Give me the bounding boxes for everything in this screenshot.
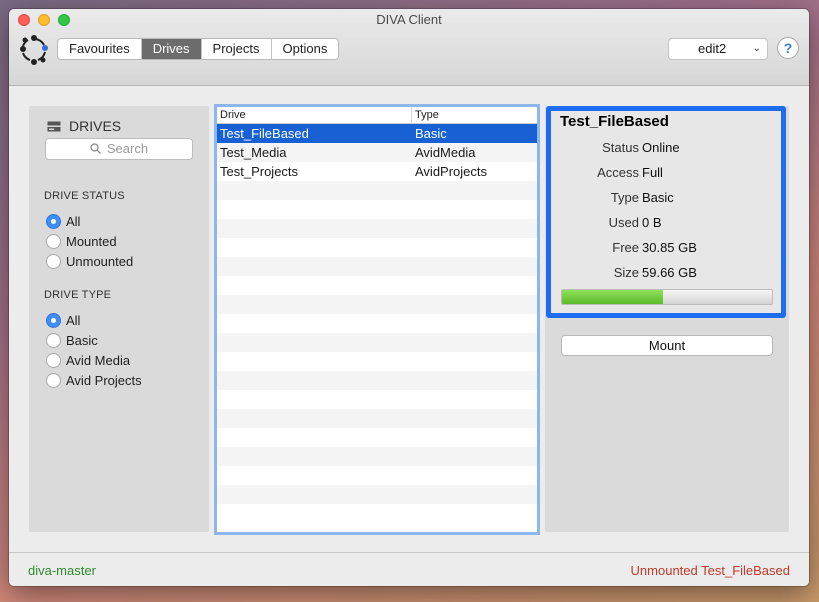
drives-table: Drive Type Test_FileBased Basic Test_Med…	[214, 104, 540, 535]
server-select[interactable]: edit2 ⌄	[668, 38, 768, 60]
empty-row	[217, 200, 537, 219]
radio-label: Mounted	[66, 233, 117, 249]
radio-label: Basic	[66, 332, 98, 348]
table-row[interactable]: Test_Projects AvidProjects	[217, 162, 537, 181]
empty-row	[217, 333, 537, 352]
radio-button[interactable]	[46, 213, 61, 229]
cell-drive: Test_Media	[220, 145, 287, 160]
empty-row	[217, 219, 537, 238]
main-tab-bar: Favourites Drives Projects Options	[57, 38, 340, 60]
status-value: Online	[642, 140, 680, 155]
drive-type-label: DRIVE TYPE	[44, 289, 112, 301]
empty-row	[217, 238, 537, 257]
cell-type: AvidProjects	[415, 164, 488, 179]
free-value: 30.85 GB	[642, 240, 697, 255]
drive-info-box: Test_FileBased Status Online Access Full…	[546, 106, 786, 318]
drive-name-title: Test_FileBased	[560, 113, 669, 130]
radio-type-basic[interactable]: Basic	[46, 331, 98, 349]
tab-options[interactable]: Options	[272, 39, 339, 59]
used-label: Used	[608, 215, 639, 230]
cell-drive: Test_Projects	[220, 164, 299, 179]
empty-row	[217, 485, 537, 504]
table-body: Test_FileBased Basic Test_Media AvidMedi…	[217, 124, 537, 523]
empty-row	[217, 352, 537, 371]
radio-status-mounted[interactable]: Mounted	[46, 232, 117, 250]
radio-label: All	[66, 312, 81, 328]
radio-label: Unmounted	[66, 253, 134, 269]
radio-status-all[interactable]: All	[46, 212, 80, 230]
empty-row	[217, 447, 537, 466]
radio-label: Avid Media	[66, 352, 131, 368]
radio-button[interactable]	[46, 233, 61, 249]
column-header-drive[interactable]: Drive	[220, 109, 246, 121]
search-icon	[90, 143, 101, 154]
radio-type-all[interactable]: All	[46, 311, 80, 329]
empty-row	[217, 371, 537, 390]
radio-label: Avid Projects	[66, 372, 142, 388]
sidebar-title: DRIVES	[69, 118, 122, 134]
filter-sidebar: DRIVES Search DRIVE STATUS All Mounted U…	[29, 106, 209, 532]
usage-progress-fill	[562, 290, 663, 304]
hard-drive-icon	[47, 121, 61, 131]
cell-type: Basic	[415, 126, 447, 141]
tab-favourites[interactable]: Favourites	[58, 39, 142, 59]
access-label: Access	[597, 165, 639, 180]
app-window: DIVA Client Favourites Drives Projects O…	[9, 9, 809, 586]
radio-button[interactable]	[46, 372, 61, 388]
empty-row	[217, 257, 537, 276]
empty-row	[217, 504, 537, 523]
action-status-message: Unmounted Test_FileBased	[630, 563, 790, 578]
empty-row	[217, 295, 537, 314]
tab-projects[interactable]: Projects	[202, 39, 272, 59]
drive-detail-panel: Test_FileBased Status Online Access Full…	[545, 106, 789, 532]
size-value: 59.66 GB	[642, 265, 697, 280]
radio-button[interactable]	[46, 253, 61, 269]
status-bar: diva-master Unmounted Test_FileBased	[9, 552, 809, 586]
size-label: Size	[613, 265, 639, 280]
empty-row	[217, 390, 537, 409]
mount-button[interactable]: Mount	[561, 335, 773, 356]
table-header: Drive Type	[217, 107, 537, 124]
window-title: DIVA Client	[376, 12, 442, 27]
radio-type-avid-media[interactable]: Avid Media	[46, 351, 130, 369]
radio-status-unmounted[interactable]: Unmounted	[46, 252, 133, 270]
server-select-value: edit2	[698, 41, 727, 56]
cell-type: AvidMedia	[415, 145, 476, 160]
used-value: 0 B	[642, 215, 662, 230]
empty-row	[217, 276, 537, 295]
empty-row	[217, 466, 537, 485]
status-label: Status	[602, 140, 639, 155]
search-input[interactable]: Search	[45, 138, 193, 160]
column-header-type[interactable]: Type	[415, 109, 439, 121]
radio-button[interactable]	[46, 312, 61, 328]
chevron-down-icon: ⌄	[752, 43, 761, 54]
sidebar-header: DRIVES	[47, 118, 121, 134]
access-value: Full	[642, 165, 663, 180]
radio-label: All	[66, 213, 81, 229]
empty-row	[217, 409, 537, 428]
search-placeholder: Search	[106, 141, 149, 156]
help-button[interactable]: ?	[777, 37, 799, 59]
table-row[interactable]: Test_Media AvidMedia	[217, 143, 537, 162]
radio-button[interactable]	[46, 332, 61, 348]
type-label: Type	[610, 190, 639, 205]
empty-row	[217, 428, 537, 447]
empty-row	[217, 314, 537, 333]
tab-drives[interactable]: Drives	[141, 39, 202, 59]
column-divider	[411, 107, 412, 123]
free-label: Free	[612, 240, 639, 255]
server-name-status: diva-master	[28, 563, 96, 578]
table-row[interactable]: Test_FileBased Basic	[217, 124, 537, 143]
title-bar: DIVA Client Favourites Drives Projects O…	[9, 9, 809, 86]
empty-row	[217, 181, 537, 200]
usage-progress-bar	[561, 289, 773, 305]
drive-status-label: DRIVE STATUS	[44, 190, 125, 202]
radio-type-avid-projects[interactable]: Avid Projects	[46, 371, 142, 389]
type-value: Basic	[642, 190, 674, 205]
diva-logo-icon	[20, 35, 48, 65]
cell-drive: Test_FileBased	[220, 126, 309, 141]
radio-button[interactable]	[46, 352, 61, 368]
